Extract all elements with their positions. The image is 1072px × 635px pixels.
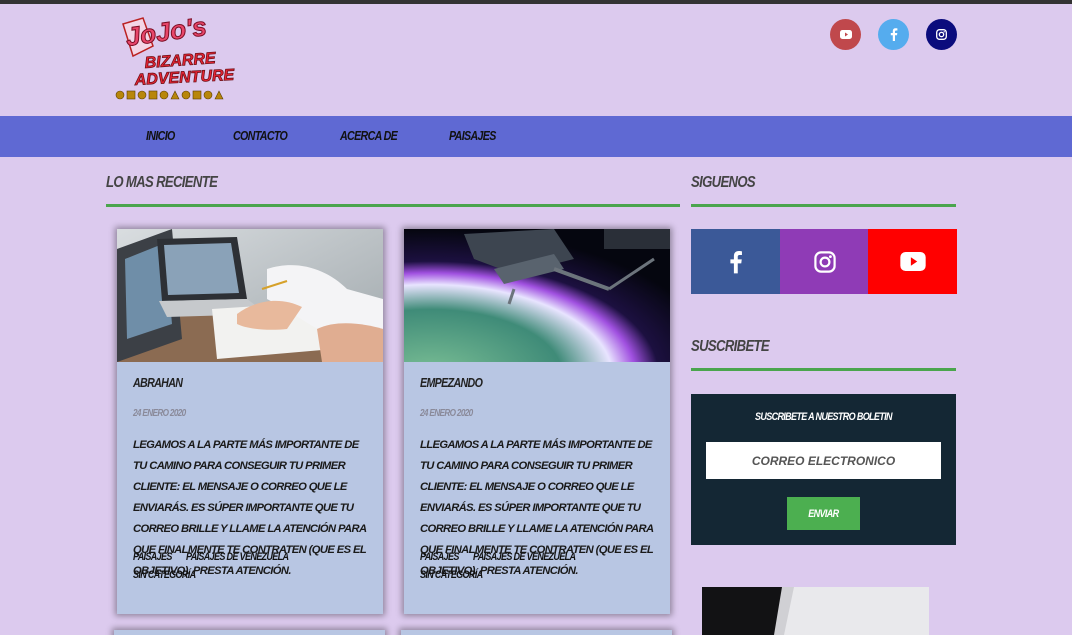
main-nav: Inicio Contacto Acerca de Paisajes [0, 116, 1072, 157]
post-tag[interactable]: Paisajes [420, 551, 459, 563]
follow-section-divider [691, 204, 956, 207]
follow-youtube-tile[interactable] [868, 229, 957, 294]
site-logo[interactable]: JoJo's BIZARRE ADVENTURE [113, 10, 236, 102]
nav-item-acerca-de[interactable]: Acerca de [340, 128, 398, 143]
post-title[interactable]: Abrahan [133, 375, 183, 390]
facebook-icon [729, 250, 742, 273]
facebook-icon [890, 28, 897, 41]
office-laptop-image [117, 229, 383, 362]
follow-instagram-tile[interactable] [780, 229, 869, 294]
nav-item-paisajes[interactable]: Paisajes [449, 128, 496, 143]
top-border [0, 0, 1072, 4]
instagram-icon [936, 29, 947, 40]
svg-text:JoJo's: JoJo's [124, 16, 209, 52]
recent-section-divider [106, 204, 680, 207]
youtube-icon [839, 30, 852, 39]
header-youtube-button[interactable] [830, 19, 861, 50]
jojo-logo-icon: JoJo's BIZARRE ADVENTURE [115, 10, 236, 100]
post-date: 24 enero 2020 [420, 408, 473, 419]
space-station-earth-image [404, 229, 670, 362]
newsletter-email-input[interactable] [706, 442, 941, 479]
nav-item-inicio[interactable]: Inicio [146, 128, 175, 143]
newsletter-submit-label: Enviar [808, 507, 839, 520]
post-tag[interactable]: Paisajes de Venezuela [473, 551, 576, 563]
post-date: 24 enero 2020 [133, 408, 186, 419]
newsletter-box: Suscribete a nuestro boletin Enviar [691, 394, 956, 545]
header-facebook-button[interactable] [878, 19, 909, 50]
follow-section-title: Siguenos [691, 174, 756, 191]
laptop-photo-image [702, 587, 929, 635]
instagram-icon [813, 250, 836, 273]
nav-item-contacto[interactable]: Contacto [233, 128, 288, 143]
recent-section-title: Lo mas reciente [106, 174, 218, 191]
subscribe-section-divider [691, 368, 956, 371]
newsletter-submit-button[interactable]: Enviar [787, 497, 860, 530]
post-card [401, 630, 672, 635]
follow-facebook-tile[interactable] [691, 229, 780, 294]
newsletter-label: Suscribete a nuestro boletin [755, 411, 892, 423]
post-title[interactable]: Empezando [420, 375, 483, 390]
post-thumbnail[interactable] [404, 229, 670, 362]
post-tag[interactable]: Sin categoría [133, 569, 196, 581]
header-instagram-button[interactable] [926, 19, 957, 50]
sidebar-image[interactable] [702, 587, 929, 635]
post-tag[interactable]: Paisajes [133, 551, 172, 563]
post-card [114, 630, 385, 635]
post-thumbnail[interactable] [117, 229, 383, 362]
post-card: Abrahan 24 enero 2020 legamos a la parte… [117, 229, 383, 614]
post-tag[interactable]: Paisajes de Venezuela [186, 551, 289, 563]
youtube-icon [899, 252, 926, 271]
subscribe-section-title: Suscribete [691, 338, 770, 355]
post-card: Empezando 24 enero 2020 llegamos a la pa… [404, 229, 670, 614]
post-tag[interactable]: Sin categoría [420, 569, 483, 581]
